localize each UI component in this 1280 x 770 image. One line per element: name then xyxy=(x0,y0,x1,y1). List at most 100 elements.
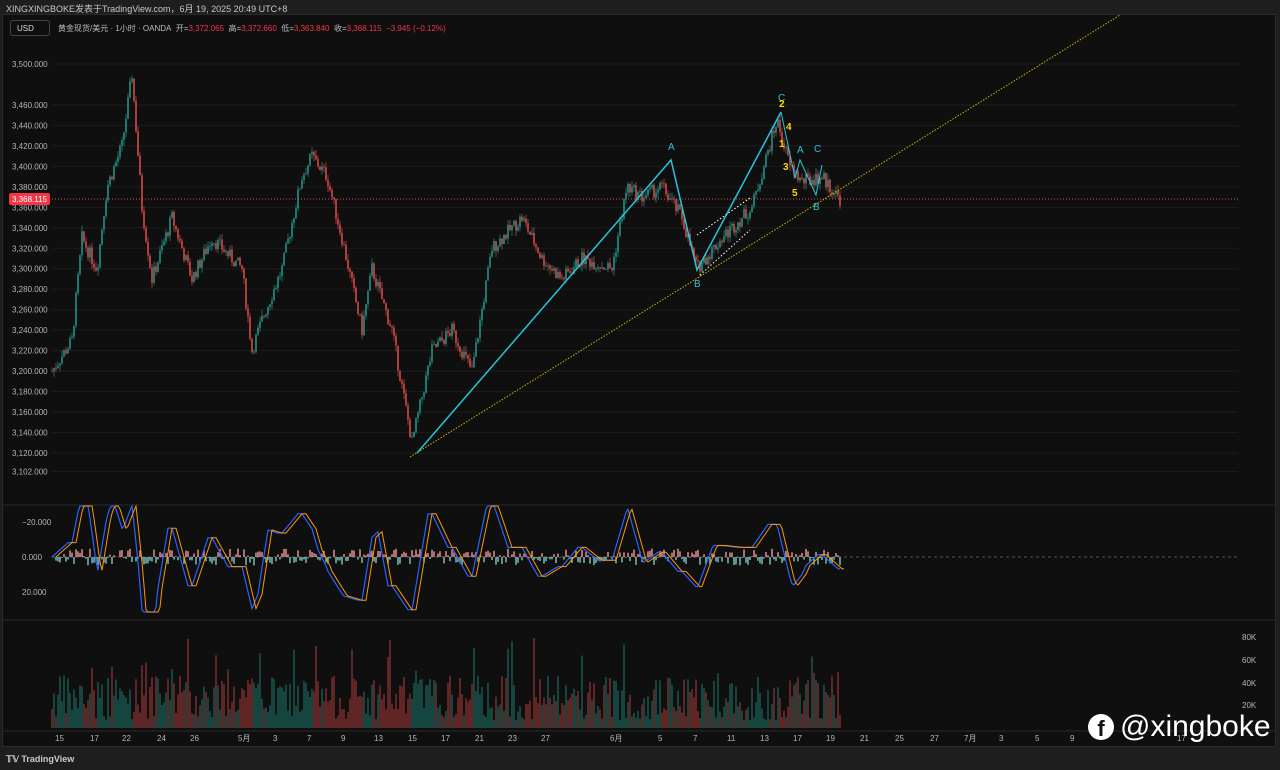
volume-bar xyxy=(343,708,345,728)
osc-histogram-bar xyxy=(151,557,153,562)
volume-bar xyxy=(771,704,773,728)
tradingview-logo[interactable]: 𝕋𝕍 TradingView xyxy=(6,754,74,765)
candle xyxy=(583,252,585,265)
candle xyxy=(253,351,255,353)
volume-bar xyxy=(689,692,691,728)
osc-histogram-bar xyxy=(371,550,373,557)
candle xyxy=(225,251,227,252)
wave-label: B xyxy=(813,202,820,213)
volume-bar xyxy=(289,683,291,728)
osc-histogram-bar xyxy=(269,557,271,563)
osc-histogram-bar xyxy=(335,557,337,564)
volume-bar xyxy=(399,685,401,728)
candle xyxy=(711,247,713,259)
volume-bar xyxy=(105,719,107,728)
osc-histogram-bar xyxy=(517,557,519,563)
volume-bar xyxy=(275,714,277,728)
candle xyxy=(749,211,751,218)
osc-histogram-bar xyxy=(785,550,787,557)
candle xyxy=(219,239,221,241)
volume-bar xyxy=(439,704,441,728)
candle xyxy=(741,218,743,227)
volume-bar xyxy=(281,687,283,728)
volume-bar xyxy=(667,677,669,728)
volume-bar xyxy=(733,713,735,728)
volume-bar xyxy=(405,713,407,728)
price-chart[interactable]: 3,500.000 3,460.000 3,440.000 3,420.000 3,40… xyxy=(0,0,1280,750)
osc-histogram-bar xyxy=(767,555,769,557)
osc-histogram-bar xyxy=(391,554,393,557)
volume-tick-label: 80K xyxy=(1242,633,1257,642)
osc-histogram-bar xyxy=(629,557,631,562)
volume-bar xyxy=(559,714,561,728)
volume-bar xyxy=(327,701,329,728)
osc-histogram-bar xyxy=(647,551,649,557)
candle xyxy=(347,259,349,269)
candle xyxy=(209,246,211,247)
candle xyxy=(199,260,201,268)
candle xyxy=(721,240,723,243)
osc-histogram-bar xyxy=(301,557,303,561)
volume-bar xyxy=(761,708,763,728)
wave-label: A xyxy=(668,142,675,153)
candle xyxy=(325,167,327,180)
candle xyxy=(649,187,651,190)
candle xyxy=(829,179,831,193)
osc-histogram-bar xyxy=(439,551,441,557)
volume-bar xyxy=(201,699,203,728)
volume-bar xyxy=(621,690,623,728)
volume-bar xyxy=(589,682,591,728)
osc-histogram-bar xyxy=(577,557,579,563)
time-tick-label: 3 xyxy=(999,734,1004,743)
volume-bar xyxy=(441,715,443,728)
candle xyxy=(163,241,165,246)
time-tick-label: 21 xyxy=(860,734,869,743)
volume-bar xyxy=(257,683,259,728)
osc-histogram-bar xyxy=(145,557,147,564)
volume-bar xyxy=(467,701,469,728)
candle xyxy=(353,278,355,288)
volume-bar xyxy=(665,709,667,728)
osc-histogram-bar xyxy=(345,557,347,562)
volume-bar xyxy=(583,718,585,728)
time-tick-label: 21 xyxy=(475,734,484,743)
volume-bar xyxy=(659,680,661,728)
volume-bar xyxy=(655,680,657,728)
volume-bar xyxy=(649,719,651,728)
candle xyxy=(119,145,121,157)
candle xyxy=(245,278,247,309)
osc-histogram-bar xyxy=(683,557,685,563)
candle xyxy=(217,240,219,249)
osc-histogram-bar xyxy=(745,557,747,563)
candle xyxy=(451,323,453,336)
time-tick-label: 17 xyxy=(90,734,99,743)
volume-bar xyxy=(565,685,567,728)
osc-histogram-bar xyxy=(821,557,823,561)
volume-bar xyxy=(311,688,313,728)
volume-bar xyxy=(617,690,619,728)
watermark: f @xingboke xyxy=(1088,710,1271,744)
osc-histogram-bar xyxy=(739,557,741,566)
candle xyxy=(369,275,371,291)
candle xyxy=(79,255,81,275)
volume-bar xyxy=(489,708,491,728)
volume-bar xyxy=(57,694,59,728)
candle xyxy=(535,244,537,248)
osc-histogram-bar xyxy=(393,550,395,557)
volume-bar xyxy=(755,702,757,728)
osc-histogram-bar xyxy=(113,555,115,557)
candle xyxy=(207,246,209,254)
osc-histogram-bar xyxy=(693,554,695,557)
wave-label: 2 xyxy=(779,99,785,110)
volume-bar xyxy=(791,696,793,728)
candle xyxy=(389,324,391,327)
osc-histogram-bar xyxy=(447,555,449,557)
osc-histogram-bar xyxy=(563,557,565,560)
volume-bar xyxy=(455,714,457,728)
osc-histogram-bar xyxy=(247,555,249,557)
candle xyxy=(77,274,79,293)
osc-histogram-bar xyxy=(811,557,813,559)
volume-bar xyxy=(97,682,99,728)
candle xyxy=(523,218,525,221)
volume-bar xyxy=(59,676,61,728)
